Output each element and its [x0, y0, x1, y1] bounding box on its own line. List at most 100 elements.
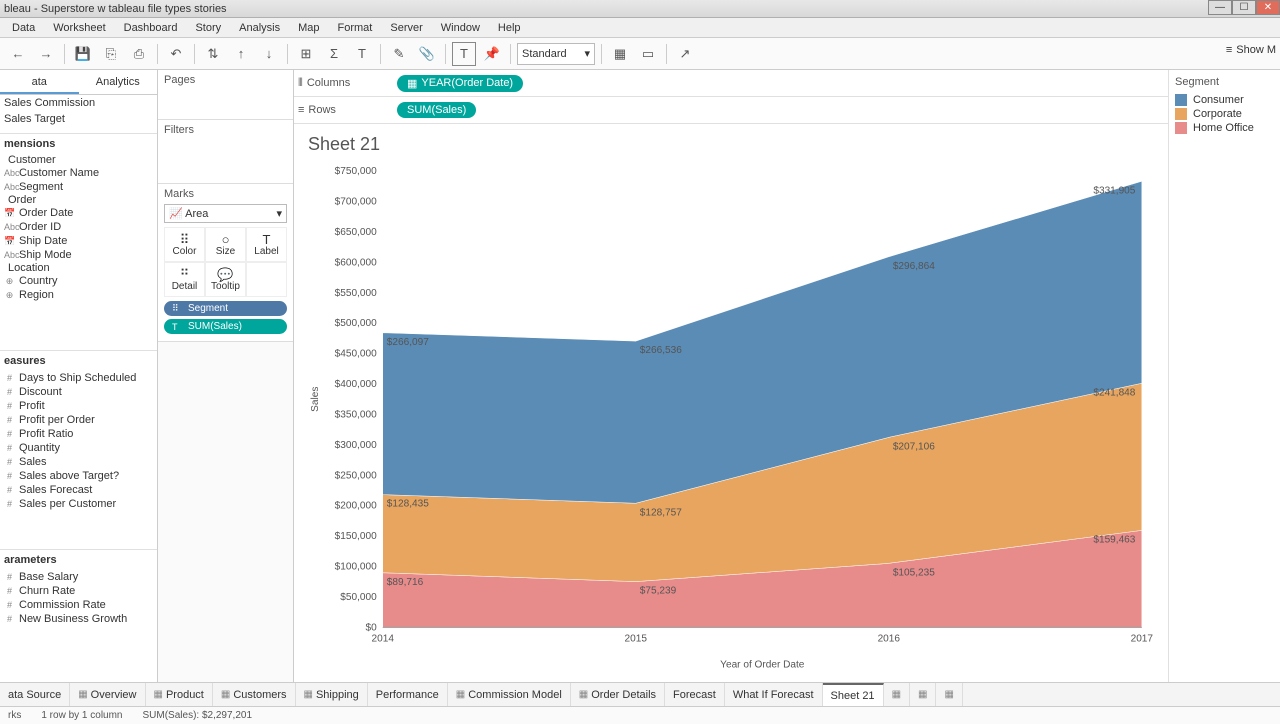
mark-detail[interactable]: ⠛Detail	[164, 262, 205, 297]
area-chart[interactable]: $0$50,000$100,000$150,000$200,000$250,00…	[302, 161, 1160, 676]
back-button[interactable]: ←	[6, 42, 30, 66]
sort-desc-button[interactable]: ↓	[257, 42, 281, 66]
legend-item[interactable]: Consumer	[1175, 94, 1274, 106]
dimension-field[interactable]: Location	[0, 262, 157, 274]
measure-field[interactable]: #Sales	[0, 455, 157, 469]
dimension-field[interactable]: AbcCustomer Name	[0, 166, 157, 180]
rows-shelf[interactable]: ≡Rows SUM(Sales)	[294, 97, 1168, 124]
menu-server[interactable]: Server	[382, 20, 430, 36]
measure-field[interactable]: #Sales above Target?	[0, 469, 157, 483]
minimize-button[interactable]: —	[1208, 0, 1232, 15]
share-button[interactable]: ↗	[673, 42, 697, 66]
undo-button[interactable]: ↶	[164, 42, 188, 66]
parameter-field[interactable]: #Base Salary	[0, 570, 157, 584]
measure-field[interactable]: #Quantity	[0, 441, 157, 455]
mark-size[interactable]: ○Size	[205, 227, 246, 262]
dimension-field[interactable]: 📅Order Date	[0, 206, 157, 220]
device-button[interactable]: ▭	[636, 42, 660, 66]
filters-card[interactable]: Filters	[158, 120, 293, 184]
forward-button[interactable]: →	[34, 42, 58, 66]
pin2-button[interactable]: 📌	[480, 42, 504, 66]
measure-field[interactable]: #Discount	[0, 385, 157, 399]
mark-color[interactable]: ⠿Color	[164, 227, 205, 262]
dimension-field[interactable]: Order	[0, 194, 157, 206]
dimension-field[interactable]: AbcOrder ID	[0, 220, 157, 234]
dimension-field[interactable]: ⊕Region	[0, 288, 157, 302]
new-worksheet-button[interactable]: ⎙	[127, 42, 151, 66]
measure-field[interactable]: #Profit Ratio	[0, 427, 157, 441]
parameter-field[interactable]: #Churn Rate	[0, 584, 157, 598]
menu-help[interactable]: Help	[490, 20, 529, 36]
measure-field[interactable]: #Days to Ship Scheduled	[0, 371, 157, 385]
tab-sheet-21[interactable]: Sheet 21	[823, 683, 884, 706]
rows-pill[interactable]: SUM(Sales)	[397, 102, 476, 118]
measure-field[interactable]: #Sales per Customer	[0, 497, 157, 511]
pages-title: Pages	[164, 74, 287, 86]
new-data-button[interactable]: ⎘	[99, 42, 123, 66]
tab-ata-source[interactable]: ata Source	[0, 683, 70, 706]
mark-tooltip[interactable]: 💬Tooltip	[205, 262, 246, 297]
totals-button[interactable]: Σ	[322, 42, 346, 66]
legend-item[interactable]: Corporate	[1175, 108, 1274, 120]
mark-pill[interactable]: TSUM(Sales)	[164, 319, 287, 334]
mark-pill[interactable]: ⠿Segment	[164, 301, 287, 316]
new-story-button[interactable]: ▦	[936, 683, 962, 706]
measure-field[interactable]: #Profit per Order	[0, 413, 157, 427]
columns-pill[interactable]: ▦YEAR(Order Date)	[397, 75, 523, 92]
tab-product[interactable]: ▦Product	[146, 683, 213, 706]
presentation-button[interactable]: ▦	[608, 42, 632, 66]
abc-button[interactable]: T	[350, 42, 374, 66]
tab-order-details[interactable]: ▦Order Details	[571, 683, 665, 706]
dimension-field[interactable]: AbcSegment	[0, 180, 157, 194]
save-button[interactable]: 💾	[71, 42, 95, 66]
legend-item[interactable]: Home Office	[1175, 122, 1274, 134]
chart[interactable]: $0$50,000$100,000$150,000$200,000$250,00…	[302, 161, 1160, 682]
mark-label[interactable]: TLabel	[246, 227, 287, 262]
menu-dashboard[interactable]: Dashboard	[116, 20, 186, 36]
maximize-button[interactable]: ☐	[1232, 0, 1256, 15]
menu-story[interactable]: Story	[187, 20, 229, 36]
menu-map[interactable]: Map	[290, 20, 327, 36]
tab-commission-model[interactable]: ▦Commission Model	[448, 683, 571, 706]
menu-worksheet[interactable]: Worksheet	[45, 20, 113, 36]
dimension-field[interactable]: AbcShip Mode	[0, 248, 157, 262]
menu-analysis[interactable]: Analysis	[231, 20, 288, 36]
parameter-field[interactable]: #New Business Growth	[0, 612, 157, 626]
dimension-field[interactable]: 📅Ship Date	[0, 234, 157, 248]
analytics-tab[interactable]: Analytics	[79, 70, 158, 94]
measure-field[interactable]: #Profit	[0, 399, 157, 413]
connection-item[interactable]: Sales Commission	[0, 95, 157, 111]
tab-performance[interactable]: Performance	[368, 683, 448, 706]
columns-shelf[interactable]: ⦀Columns ▦YEAR(Order Date)	[294, 70, 1168, 97]
svg-text:$650,000: $650,000	[335, 227, 377, 238]
pages-card[interactable]: Pages	[158, 70, 293, 120]
menu-format[interactable]: Format	[330, 20, 381, 36]
data-tab[interactable]: ata	[0, 70, 79, 94]
tab-overview[interactable]: ▦Overview	[70, 683, 145, 706]
new-worksheet-button[interactable]: ▦	[884, 683, 910, 706]
dashboard-icon: ▦	[456, 689, 465, 700]
tab-forecast[interactable]: Forecast	[665, 683, 725, 706]
connection-item[interactable]: Sales Target	[0, 111, 157, 127]
group-button[interactable]: ⊞	[294, 42, 318, 66]
measure-field[interactable]: #Sales Forecast	[0, 483, 157, 497]
label-button[interactable]: T	[452, 42, 476, 66]
tab-customers[interactable]: ▦Customers	[213, 683, 296, 706]
highlight-button[interactable]: ✎	[387, 42, 411, 66]
fit-select[interactable]: Standard▾	[517, 43, 595, 65]
show-me-button[interactable]: ≡ Show M	[1226, 44, 1276, 56]
dimension-field[interactable]: Customer	[0, 154, 157, 166]
sort-asc-button[interactable]: ↑	[229, 42, 253, 66]
parameter-field[interactable]: #Commission Rate	[0, 598, 157, 612]
tab-shipping[interactable]: ▦Shipping	[296, 683, 368, 706]
swap-button[interactable]: ⇅	[201, 42, 225, 66]
pin-button[interactable]: 📎	[415, 42, 439, 66]
sheet-title[interactable]: Sheet 21	[308, 134, 1160, 155]
mark-type-select[interactable]: 📈 Area ▾	[164, 204, 287, 223]
close-button[interactable]: ✕	[1256, 0, 1280, 15]
new-dashboard-button[interactable]: ▦	[910, 683, 936, 706]
menu-data[interactable]: Data	[4, 20, 43, 36]
dimension-field[interactable]: ⊕Country	[0, 274, 157, 288]
menu-window[interactable]: Window	[433, 20, 488, 36]
tab-what-if-forecast[interactable]: What If Forecast	[725, 683, 823, 706]
